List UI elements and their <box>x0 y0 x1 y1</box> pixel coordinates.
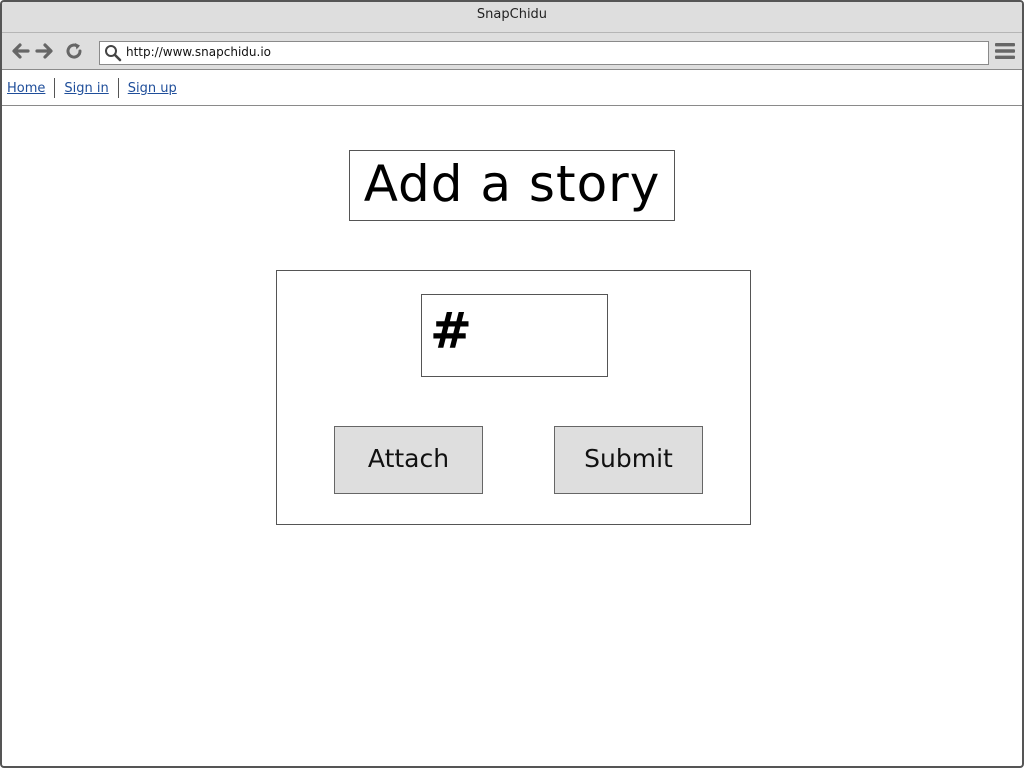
search-icon <box>105 45 122 62</box>
site-nav-bar: Home Sign in Sign up <box>2 70 1022 106</box>
page-title: Add a story <box>349 150 675 221</box>
back-arrow-icon[interactable] <box>10 41 30 61</box>
story-form-panel: # Attach Submit <box>276 270 751 525</box>
hashtag-input[interactable]: # <box>421 294 608 377</box>
hashtag-value: # <box>430 302 472 360</box>
address-bar[interactable] <box>99 41 989 65</box>
submit-button[interactable]: Submit <box>554 426 703 494</box>
hamburger-menu-icon[interactable] <box>994 41 1016 61</box>
reload-icon[interactable] <box>64 41 84 61</box>
nav-link-sign-in[interactable]: Sign in <box>64 81 108 96</box>
nav-divider <box>54 78 56 98</box>
window-title: SnapChidu <box>2 2 1022 33</box>
nav-link-home[interactable]: Home <box>7 81 45 96</box>
nav-link-sign-up[interactable]: Sign up <box>128 81 177 96</box>
nav-divider <box>117 78 119 98</box>
url-input[interactable] <box>126 43 976 61</box>
attach-button[interactable]: Attach <box>334 426 483 494</box>
forward-arrow-icon[interactable] <box>35 41 55 61</box>
browser-toolbar <box>2 33 1022 70</box>
browser-window: SnapChidu Home Sign in <box>0 0 1024 768</box>
